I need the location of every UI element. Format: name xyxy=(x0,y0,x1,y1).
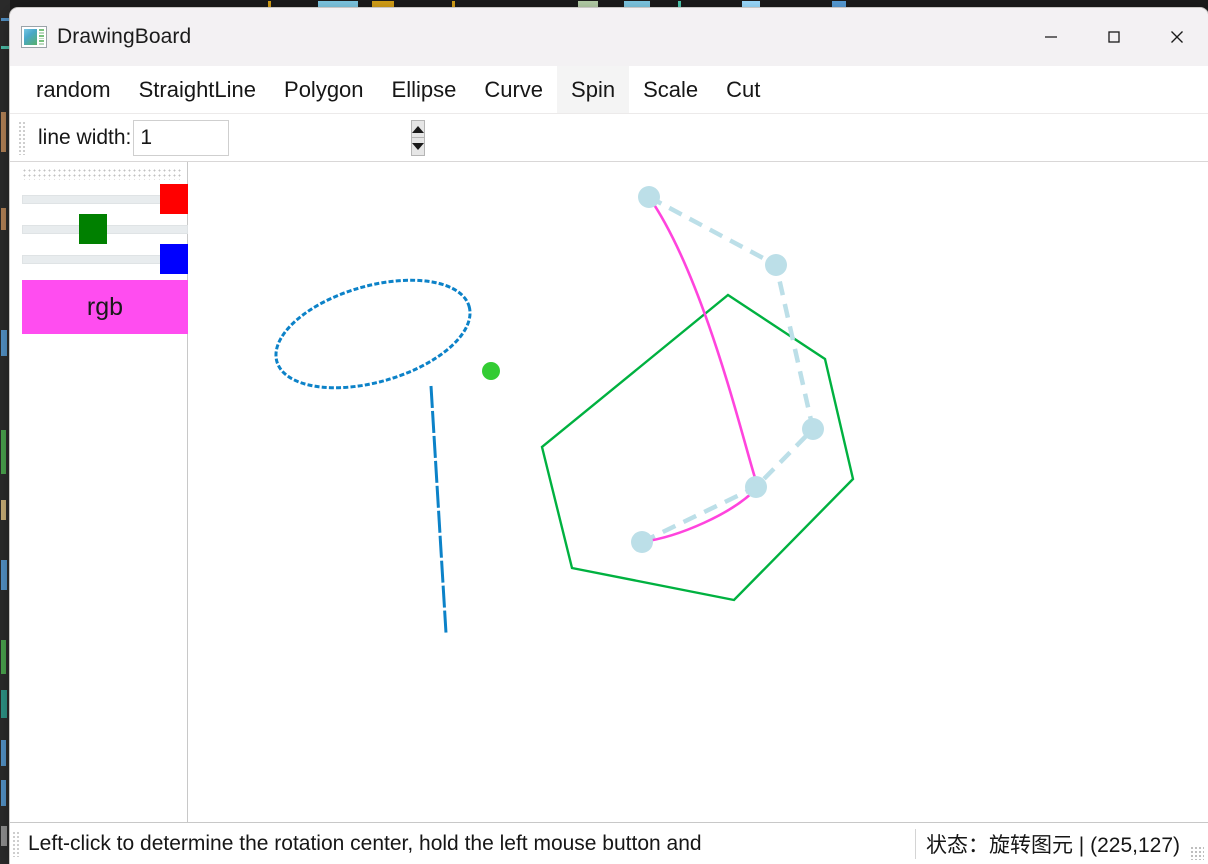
line-width-input[interactable] xyxy=(134,120,412,155)
red-slider-handle[interactable] xyxy=(160,184,188,214)
background-code-fragment xyxy=(1,18,9,21)
maximize-button[interactable] xyxy=(1082,8,1145,66)
bezier-control-points[interactable] xyxy=(631,186,824,553)
status-hint-text: Left-click to determine the rotation cen… xyxy=(28,831,702,855)
status-bar-grip xyxy=(12,830,20,857)
app-icon-lines xyxy=(39,29,44,45)
toolbar-drag-handle[interactable] xyxy=(18,120,26,155)
tool-bar: line width: xyxy=(10,114,1208,162)
rotation-center-marker[interactable] xyxy=(482,362,500,380)
polygon-shape[interactable] xyxy=(540,293,855,602)
red-slider[interactable] xyxy=(22,184,188,214)
background-code-fragment xyxy=(1,112,6,152)
background-code-fragment xyxy=(1,740,6,766)
menu-item-straightline[interactable]: StraightLine xyxy=(125,66,270,113)
close-button[interactable] xyxy=(1145,8,1208,66)
background-code-fragment xyxy=(1,330,7,356)
blue-slider[interactable] xyxy=(22,244,188,274)
status-bar: Left-click to determine the rotation cen… xyxy=(10,822,1208,864)
app-window-icon xyxy=(21,26,47,48)
menu-item-polygon[interactable]: Polygon xyxy=(270,66,378,113)
menu-bar: random StraightLine Polygon Ellipse Curv… xyxy=(10,66,1208,114)
window-controls xyxy=(1019,8,1208,66)
menu-item-curve[interactable]: Curve xyxy=(470,66,557,113)
drawing-board-window: DrawingBoard random StraightLine Polygon… xyxy=(10,8,1208,864)
background-code-fragment xyxy=(1,500,6,520)
line-width-spinner[interactable] xyxy=(133,119,426,156)
background-code-fragment xyxy=(1,690,7,718)
ellipse-shape[interactable] xyxy=(264,260,483,407)
status-state-text: 状态：旋转图元 | (225,127) xyxy=(914,828,1194,859)
rgb-preview-label: rgb xyxy=(86,292,124,321)
window-title: DrawingBoard xyxy=(57,25,192,48)
background-code-fragment xyxy=(1,560,7,590)
background-code-fragment xyxy=(1,826,7,846)
menu-item-scale[interactable]: Scale xyxy=(629,66,712,113)
menu-item-cut[interactable]: Cut xyxy=(712,66,774,113)
background-code-fragment xyxy=(1,208,6,230)
blue-slider-handle[interactable] xyxy=(160,244,188,274)
chevron-up-icon xyxy=(412,125,425,133)
color-side-panel: rgb xyxy=(10,162,188,822)
bezier-control-point[interactable] xyxy=(802,418,824,440)
background-code-fragment xyxy=(1,46,9,49)
bezier-curve-shape[interactable] xyxy=(641,196,760,544)
drawing-canvas[interactable] xyxy=(188,162,1208,822)
chevron-down-icon xyxy=(412,142,425,150)
bezier-control-point[interactable] xyxy=(745,476,767,498)
close-icon xyxy=(1170,31,1183,43)
work-area: rgb xyxy=(10,162,1208,822)
line-width-spin-buttons xyxy=(411,119,426,156)
bezier-control-point[interactable] xyxy=(631,531,653,553)
bezier-control-polyline xyxy=(641,195,816,545)
line-width-label: line width: xyxy=(38,125,132,149)
minimize-icon xyxy=(1044,36,1057,38)
line-width-decrement-button[interactable] xyxy=(411,136,426,156)
minimize-button[interactable] xyxy=(1019,8,1082,66)
bezier-control-point[interactable] xyxy=(638,186,660,208)
side-panel-drag-handle[interactable] xyxy=(22,168,182,180)
straight-line-shape[interactable] xyxy=(429,385,448,634)
menu-item-ellipse[interactable]: Ellipse xyxy=(378,66,471,113)
menu-item-random[interactable]: random xyxy=(22,66,125,113)
background-code-fragment xyxy=(1,640,6,674)
canvas-svg xyxy=(264,186,855,634)
app-icon-preview xyxy=(24,29,37,45)
background-code-fragment xyxy=(1,780,6,806)
rgb-preview-swatch[interactable]: rgb xyxy=(22,280,188,334)
bezier-control-point[interactable] xyxy=(765,254,787,276)
menu-item-spin[interactable]: Spin xyxy=(557,66,630,113)
background-code-fragment xyxy=(1,430,6,474)
green-slider-handle[interactable] xyxy=(79,214,107,244)
title-bar[interactable]: DrawingBoard xyxy=(10,8,1208,66)
maximize-icon xyxy=(1107,31,1120,43)
green-slider[interactable] xyxy=(22,214,188,244)
window-resize-grip[interactable] xyxy=(1190,846,1204,860)
